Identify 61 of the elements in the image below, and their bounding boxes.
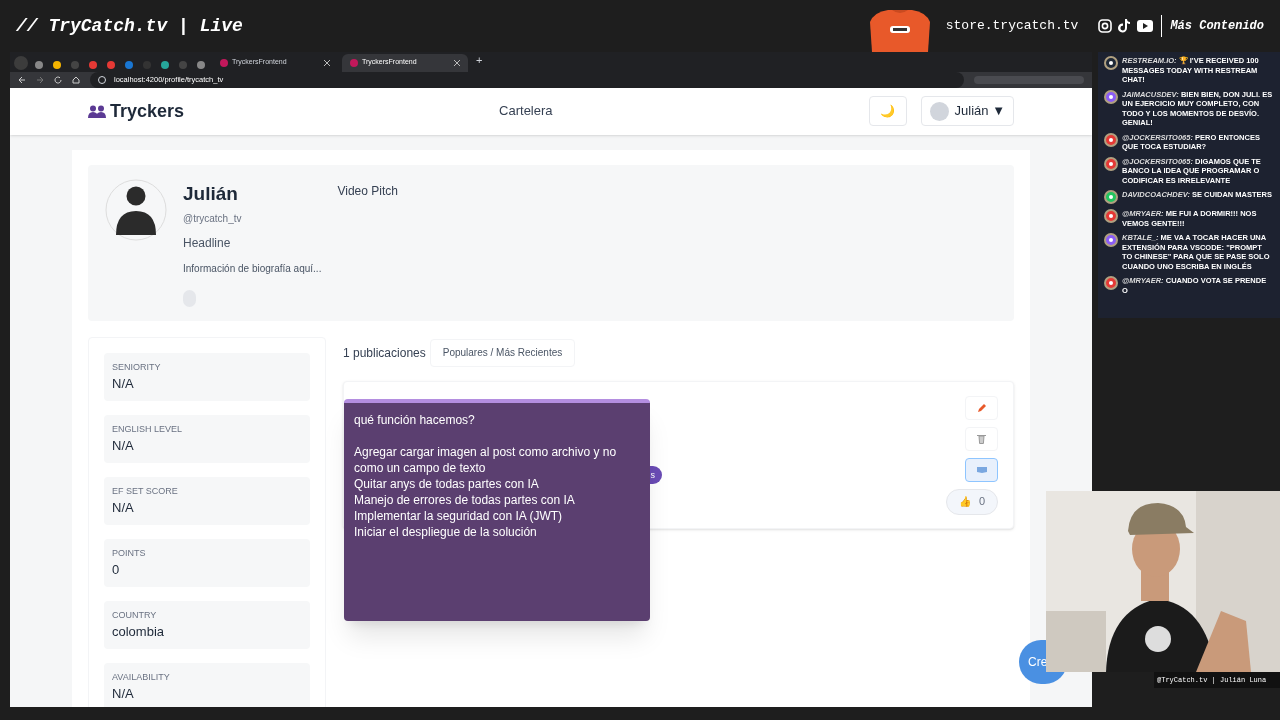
- stat-value: N/A: [112, 499, 135, 516]
- brand-name[interactable]: Tryckers: [110, 97, 185, 125]
- platform-badge-icon: [1104, 132, 1118, 147]
- user-menu-button[interactable]: Julián ▼: [920, 96, 1014, 126]
- post-count: 1 publicaciones: [343, 344, 426, 362]
- stream-title: // TryCatch.tv | Live: [16, 14, 243, 38]
- book-icon: [976, 466, 987, 473]
- instagram-icon: [1098, 19, 1113, 33]
- close-icon[interactable]: [324, 59, 330, 66]
- note-line: Manejo de errores de todas partes con IA: [354, 492, 576, 508]
- avatar-icon: [929, 101, 949, 121]
- close-icon[interactable]: [454, 59, 460, 66]
- profile-headline: Headline: [183, 234, 232, 252]
- platform-badge-icon: [1104, 156, 1118, 171]
- profile-bio: Información de biografía aquí...: [183, 261, 322, 276]
- stat-label: ENGLISH LEVEL: [112, 422, 184, 435]
- users-icon: [88, 104, 106, 118]
- edit-button[interactable]: [965, 395, 998, 420]
- stat-value: N/A: [112, 375, 135, 392]
- platform-badge-icon: [1104, 56, 1118, 70]
- back-icon[interactable]: [18, 75, 26, 84]
- profile-name: Julián: [183, 181, 239, 206]
- stat-label: SENIORITY: [112, 360, 162, 373]
- platform-badge-icon: [1104, 209, 1118, 223]
- stat-label: EF SET SCORE: [112, 484, 179, 497]
- note-line: Quitar anys de todas partes con IA: [354, 476, 540, 492]
- more-content-label: Más Contenido: [1170, 18, 1264, 35]
- new-tab-button[interactable]: +: [472, 52, 487, 69]
- stat-value: colombia: [112, 623, 166, 640]
- trash-icon: [977, 433, 986, 444]
- sort-button[interactable]: Populares / Más Recientes: [429, 338, 576, 367]
- note-question: qué función hacemos?: [354, 412, 476, 428]
- note-line: Iniciar el despliegue de la solución: [354, 524, 538, 540]
- video-pitch-label: Video Pitch: [337, 182, 398, 200]
- tiktok-icon: [1118, 19, 1132, 33]
- forward-icon[interactable]: [36, 75, 44, 84]
- tab-favicon-icon: [220, 58, 228, 67]
- youtube-icon: [1137, 20, 1154, 32]
- delete-button[interactable]: [965, 426, 998, 451]
- platform-badge-icon: [1104, 276, 1118, 290]
- note-line: Agregar cargar imagen al post como archivo y no como un campo de texto: [354, 444, 618, 476]
- note-line: Implementar la seguridad con IA (JWT): [354, 508, 564, 524]
- stat-label: COUNTRY: [112, 608, 158, 621]
- store-url: store.trycatch.tv: [945, 17, 1079, 36]
- reload-icon[interactable]: [54, 75, 62, 84]
- platform-badge-icon: [1104, 233, 1118, 247]
- stat-label: AVAILABILITY: [112, 670, 171, 683]
- stat-value: N/A: [112, 685, 135, 702]
- pencil-icon: [976, 402, 987, 413]
- like-button[interactable]: 👍 0: [945, 488, 998, 515]
- tab-favicon-icon: [350, 58, 358, 67]
- nav-link[interactable]: Cartelera: [499, 101, 553, 121]
- stat-label: POINTS: [112, 546, 147, 559]
- read-button[interactable]: [965, 457, 998, 482]
- stat-value: N/A: [112, 437, 135, 454]
- home-icon[interactable]: [72, 75, 80, 84]
- platform-badge-icon: [1104, 190, 1118, 204]
- stat-value: 0: [112, 561, 121, 578]
- profile-handle: @trycatch_tv: [183, 211, 243, 226]
- platform-badge-icon: [1104, 89, 1118, 104]
- avatar-icon: [104, 178, 168, 241]
